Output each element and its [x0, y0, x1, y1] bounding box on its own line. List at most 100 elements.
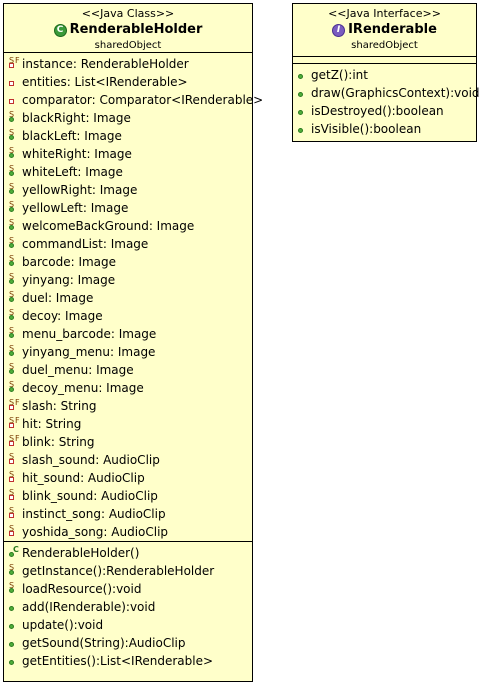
attribute-text: whiteRight: Image: [22, 147, 132, 161]
attribute-text: yinyang_menu: Image: [22, 345, 156, 359]
attribute-text: slash: String: [22, 399, 97, 413]
public-visibility-icon: [295, 84, 310, 102]
operation-row[interactable]: SgetInstance():RenderableHolder: [6, 562, 252, 580]
operation-row[interactable]: update():void: [6, 616, 252, 634]
attribute-text: duel_menu: Image: [22, 363, 134, 377]
attribute-row[interactable]: ScommandList: Image: [6, 235, 252, 253]
attribute-row[interactable]: S Fslash: String: [6, 397, 252, 415]
static-modifier-icon: S: [9, 416, 15, 425]
interface-stereotype: <<Java Interface>>: [328, 7, 441, 20]
private-visibility-icon: S: [6, 451, 21, 469]
attribute-row[interactable]: SblackLeft: Image: [6, 127, 252, 145]
attribute-row[interactable]: SwhiteRight: Image: [6, 145, 252, 163]
operation-text: getInstance():RenderableHolder: [22, 564, 215, 578]
attribute-row[interactable]: Sdecoy: Image: [6, 307, 252, 325]
public-visibility-icon: S: [6, 343, 21, 361]
attribute-row[interactable]: Shit_sound: AudioClip: [6, 469, 252, 487]
static-modifier-icon: S: [9, 563, 15, 572]
interface-header: <<Java Interface>> I IRenderable sharedO…: [293, 4, 476, 52]
public-visibility-icon: S: [6, 127, 21, 145]
attribute-row[interactable]: Syoshida_song: AudioClip: [6, 523, 252, 541]
attribute-row[interactable]: SwhiteLeft: Image: [6, 163, 252, 181]
operation-row[interactable]: C RenderableHolder(): [6, 544, 252, 562]
interface-package: sharedObject: [351, 40, 418, 51]
final-modifier-icon: F: [15, 398, 20, 407]
attribute-row[interactable]: SblackRight: Image: [6, 109, 252, 127]
operation-text: loadResource():void: [22, 582, 142, 596]
attribute-row[interactable]: SyellowRight: Image: [6, 181, 252, 199]
attribute-text: menu_barcode: Image: [22, 327, 157, 341]
public-visibility-icon: [295, 102, 310, 120]
final-modifier-icon: F: [15, 416, 20, 425]
public-visibility-icon: S: [6, 580, 21, 598]
public-visibility-icon: S: [6, 217, 21, 235]
operation-row[interactable]: SloadResource():void: [6, 580, 252, 598]
static-modifier-icon: S: [9, 290, 15, 299]
attribute-row[interactable]: SyellowLeft: Image: [6, 199, 252, 217]
attribute-text: blackLeft: Image: [22, 129, 122, 143]
attribute-row[interactable]: Syinyang: Image: [6, 271, 252, 289]
private-visibility-icon: S: [6, 469, 21, 487]
attribute-text: decoy_menu: Image: [22, 381, 144, 395]
static-modifier-icon: S: [9, 452, 15, 461]
static-modifier-icon: S: [9, 434, 15, 443]
operation-text: getEntities():List<IRenderable>: [22, 654, 214, 668]
attribute-text: hit: String: [22, 417, 82, 431]
static-modifier-icon: S: [9, 128, 15, 137]
attribute-text: yellowRight: Image: [22, 183, 138, 197]
private-visibility-icon: SF: [6, 433, 21, 451]
attribute-text: instinct_song: AudioClip: [22, 507, 166, 521]
static-modifier-icon: S: [9, 488, 15, 497]
static-modifier-icon: S: [9, 380, 15, 389]
attribute-text: entities: List<IRenderable>: [22, 75, 188, 89]
operation-row[interactable]: add(IRenderable):void: [6, 598, 252, 616]
static-modifier-icon: S: [9, 218, 15, 227]
attribute-row[interactable]: Sdecoy_menu: Image: [6, 379, 252, 397]
public-visibility-icon: C: [6, 544, 21, 562]
attribute-row[interactable]: S Fhit: String: [6, 415, 252, 433]
operation-row[interactable]: getZ():int: [295, 66, 476, 84]
private-visibility-icon: S: [6, 505, 21, 523]
static-modifier-icon: S: [9, 254, 15, 263]
final-modifier-icon: F: [15, 434, 20, 443]
attribute-text: barcode: Image: [22, 255, 117, 269]
static-modifier-icon: S: [9, 524, 15, 533]
static-modifier-icon: S: [9, 110, 15, 119]
static-modifier-icon: S: [9, 362, 15, 371]
operation-text: add(IRenderable):void: [22, 600, 156, 614]
static-modifier-icon: S: [9, 398, 15, 407]
operation-text: isVisible():boolean: [311, 122, 422, 136]
public-visibility-icon: S: [6, 253, 21, 271]
irenderable-interface[interactable]: <<Java Interface>> I IRenderable sharedO…: [292, 3, 480, 142]
attribute-row[interactable]: Syinyang_menu: Image: [6, 343, 252, 361]
attribute-row[interactable]: Smenu_barcode: Image: [6, 325, 252, 343]
attribute-row[interactable]: Sbarcode: Image: [6, 253, 252, 271]
operation-row[interactable]: getEntities():List<IRenderable>: [6, 652, 252, 670]
public-visibility-icon: S: [6, 145, 21, 163]
operation-text: getZ():int: [311, 68, 368, 82]
operation-row[interactable]: isVisible():boolean: [295, 120, 476, 138]
attribute-row[interactable]: Sduel: Image: [6, 289, 252, 307]
operation-text: RenderableHolder(): [22, 546, 140, 560]
attribute-row[interactable]: Sduel_menu: Image: [6, 361, 252, 379]
attribute-row[interactable]: S Finstance: RenderableHolder: [6, 55, 252, 73]
operation-row[interactable]: getSound(String):AudioClip: [6, 634, 252, 652]
renderable-holder-class[interactable]: <<Java Class>> C RenderableHolder shared…: [3, 3, 263, 682]
public-visibility-icon: S: [6, 199, 21, 217]
attribute-text: yoshida_song: AudioClip: [22, 525, 169, 539]
attribute-row[interactable]: Sslash_sound: AudioClip: [6, 451, 252, 469]
attribute-row[interactable]: entities: List<IRenderable>: [6, 73, 252, 91]
attributes-compartment: S Finstance: RenderableHolder entities: Li…: [4, 53, 263, 541]
static-modifier-icon: S: [9, 146, 15, 155]
operation-row[interactable]: draw(GraphicsContext):void: [295, 84, 480, 102]
attribute-row[interactable]: Sblink_sound: AudioClip: [6, 487, 252, 505]
attribute-row[interactable]: S Fblink: String: [6, 433, 252, 451]
operation-text: update():void: [22, 618, 104, 632]
attribute-text: slash_sound: AudioClip: [22, 453, 160, 467]
attribute-row[interactable]: comparator: Comparator<IRenderable>: [6, 91, 263, 109]
class-title: C RenderableHolder: [4, 21, 252, 39]
static-modifier-icon: S: [9, 470, 15, 479]
operation-row[interactable]: isDestroyed():boolean: [295, 102, 476, 120]
attribute-row[interactable]: SwelcomeBackGround: Image: [6, 217, 252, 235]
attribute-row[interactable]: Sinstinct_song: AudioClip: [6, 505, 252, 523]
